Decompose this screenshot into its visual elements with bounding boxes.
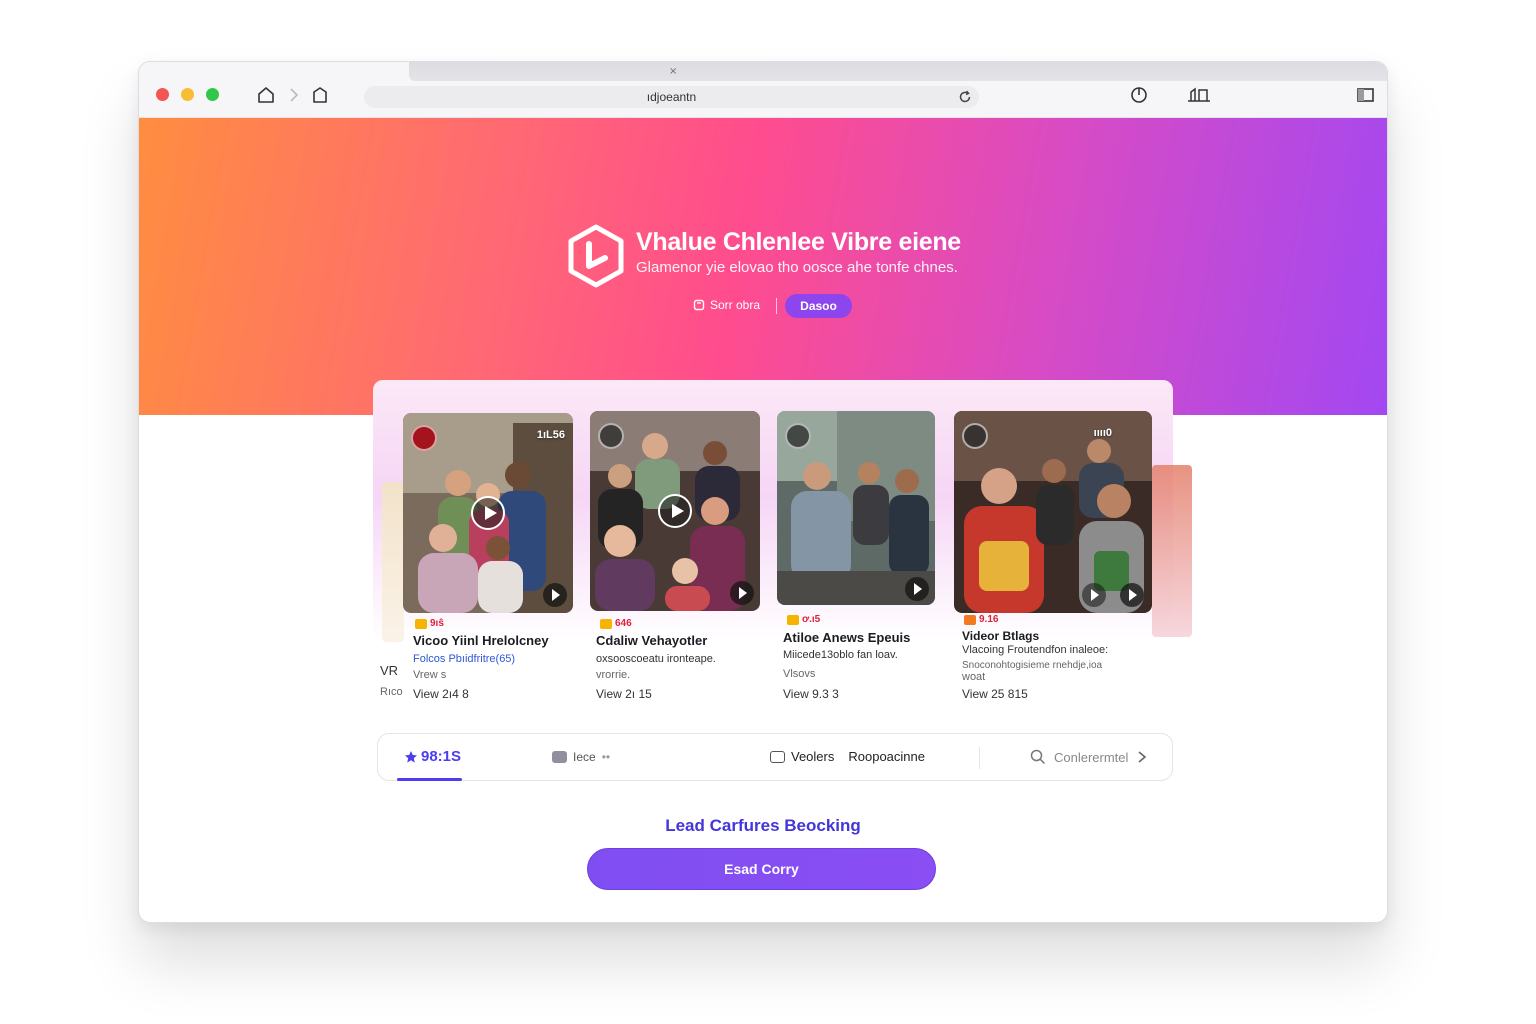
card-description[interactable]: Miicede13oblo fan loav. [783, 649, 898, 662]
filter-tab-bar: 98:1S Iece •• Veolers Roopoacinne Conler… [377, 733, 1173, 781]
card-views: View 2ı 15 [596, 687, 652, 701]
card-meta: woat [962, 671, 986, 683]
video-thumbnail[interactable] [590, 411, 760, 611]
tab-viewers-label: Veolers [791, 749, 835, 764]
tab-featured-label: 98:1S [421, 748, 462, 765]
tab-comments[interactable]: Iece •• [552, 750, 610, 764]
cta-button[interactable]: Esad Corry [587, 848, 936, 890]
card-title[interactable]: Cdaliw Vehayotler [596, 633, 707, 648]
card-meta: Vrew s [413, 669, 447, 681]
chevron-right-icon[interactable] [1136, 750, 1148, 764]
shield-icon[interactable] [1128, 84, 1150, 106]
home-icon[interactable] [255, 84, 277, 106]
channel-avatar[interactable] [785, 423, 811, 449]
address-text: ıdjoeantn [646, 90, 697, 104]
fire-icon [415, 618, 427, 629]
tab-featured[interactable]: 98:1S [404, 748, 461, 765]
card-stat-value: 9.16 [979, 614, 999, 625]
browser-toolbar: × ıdjoeantn [139, 62, 1387, 118]
tab-search-label: Conlerermtel [1054, 749, 1129, 765]
channel-avatar[interactable] [598, 423, 624, 449]
play-small-icon[interactable] [905, 577, 929, 601]
play-small-icon[interactable] [543, 583, 567, 607]
card-title[interactable]: Vicoo Yiinl Hrelolcney [413, 633, 549, 648]
tab-close-icon[interactable]: × [669, 66, 677, 77]
play-small-icon[interactable] [1082, 583, 1106, 607]
address-bar[interactable]: ıdjoeantn [364, 86, 979, 108]
play-small-icon[interactable] [730, 581, 754, 605]
maximize-window-button[interactable] [206, 88, 219, 101]
card-stat: 9ıŝ [415, 618, 444, 629]
card-description[interactable]: oxsooscoeatu ironteape. [596, 653, 716, 666]
play-icon[interactable] [471, 496, 505, 530]
hero-link-label: Sorr obra [710, 298, 761, 312]
tab-strip[interactable]: × [409, 62, 1387, 81]
card-stat-value: 646 [615, 618, 632, 629]
play-small-icon[interactable] [1120, 583, 1144, 607]
peek-label: VR [380, 663, 399, 678]
card-meta: Vlsovs [783, 668, 816, 680]
bookmark-icon [693, 299, 705, 311]
view-count-badge: 1ıL56 [536, 429, 565, 441]
card-views: View 2ı4 8 [413, 687, 469, 701]
hero-subtitle: Glamenor yie elovao tho oosce ahe tonfe … [636, 259, 958, 276]
chat-icon [552, 751, 567, 763]
search-icon [1030, 749, 1046, 765]
peek-card-left[interactable] [382, 482, 404, 642]
video-thumbnail[interactable]: 1ıL56 [403, 413, 573, 613]
video-thumbnail[interactable]: ıııı0 [954, 411, 1152, 613]
tab-comments-dots: •• [601, 750, 611, 764]
video-thumbnail[interactable] [777, 411, 935, 605]
tab-comments-label: Iece [573, 750, 596, 764]
sidebar-icon[interactable] [1355, 84, 1377, 106]
hero-banner: Vhalue Chlenlee Vibre eiene Glamenor yie… [139, 118, 1387, 415]
channel-avatar[interactable] [962, 423, 988, 449]
card-stat: 646 [600, 618, 632, 629]
card-description[interactable]: Vlacoing Froutendfon inaleoe: [962, 644, 1108, 657]
tab-search[interactable]: Conlerermtel [1030, 749, 1148, 765]
card-title[interactable]: Atiloe Anews Epeuis [783, 630, 910, 645]
tab-divider [979, 747, 980, 769]
channel-avatar[interactable] [411, 425, 437, 451]
reload-icon[interactable] [957, 89, 973, 105]
message-icon [770, 750, 785, 763]
tab-recommended-label[interactable]: Roopoacinne [848, 749, 925, 764]
hero-link[interactable]: Sorr obra [693, 298, 760, 312]
card-meta: vrorrie. [596, 669, 631, 681]
fire-icon [600, 618, 612, 629]
share-icon[interactable] [1185, 84, 1213, 106]
brand-logo-icon [568, 224, 624, 288]
card-title[interactable]: Videor Btlags [962, 629, 1039, 643]
browser-window: × ıdjoeantn Vhalue Chlenlee Vibre eiene … [138, 61, 1388, 923]
card-stat: 9.16 [964, 614, 998, 625]
card-stat-value: 9ıŝ [430, 618, 444, 629]
star-icon [405, 750, 417, 763]
play-icon[interactable] [658, 494, 692, 528]
chevron-right-icon[interactable] [283, 84, 305, 106]
card-stat: ơ.ı5 [787, 614, 820, 625]
card-views: View 25 815 [962, 687, 1028, 701]
close-window-button[interactable] [156, 88, 169, 101]
hero-title: Vhalue Chlenlee Vibre eiene [636, 228, 961, 256]
hero-pill-button[interactable]: Dasoo [785, 294, 852, 318]
peek-card-right[interactable] [1152, 465, 1192, 637]
card-views: View 9.3 3 [783, 687, 839, 701]
minimize-window-button[interactable] [181, 88, 194, 101]
cta-heading[interactable]: Lead Carfures Beocking [139, 816, 1387, 836]
fire-icon [964, 614, 976, 625]
card-description[interactable]: Folcos Pbıidfritre(65) [413, 653, 515, 666]
fire-icon [787, 614, 799, 625]
tab-icon[interactable] [309, 84, 331, 106]
active-tab-indicator [397, 778, 462, 781]
peek-label-small: Rıco [380, 686, 403, 698]
card-stat-value: ơ.ı5 [802, 614, 821, 625]
tab-viewers[interactable]: Veolers Roopoacinne [770, 749, 925, 764]
hero-divider [776, 298, 777, 314]
view-count-badge: ıııı0 [1093, 427, 1112, 439]
